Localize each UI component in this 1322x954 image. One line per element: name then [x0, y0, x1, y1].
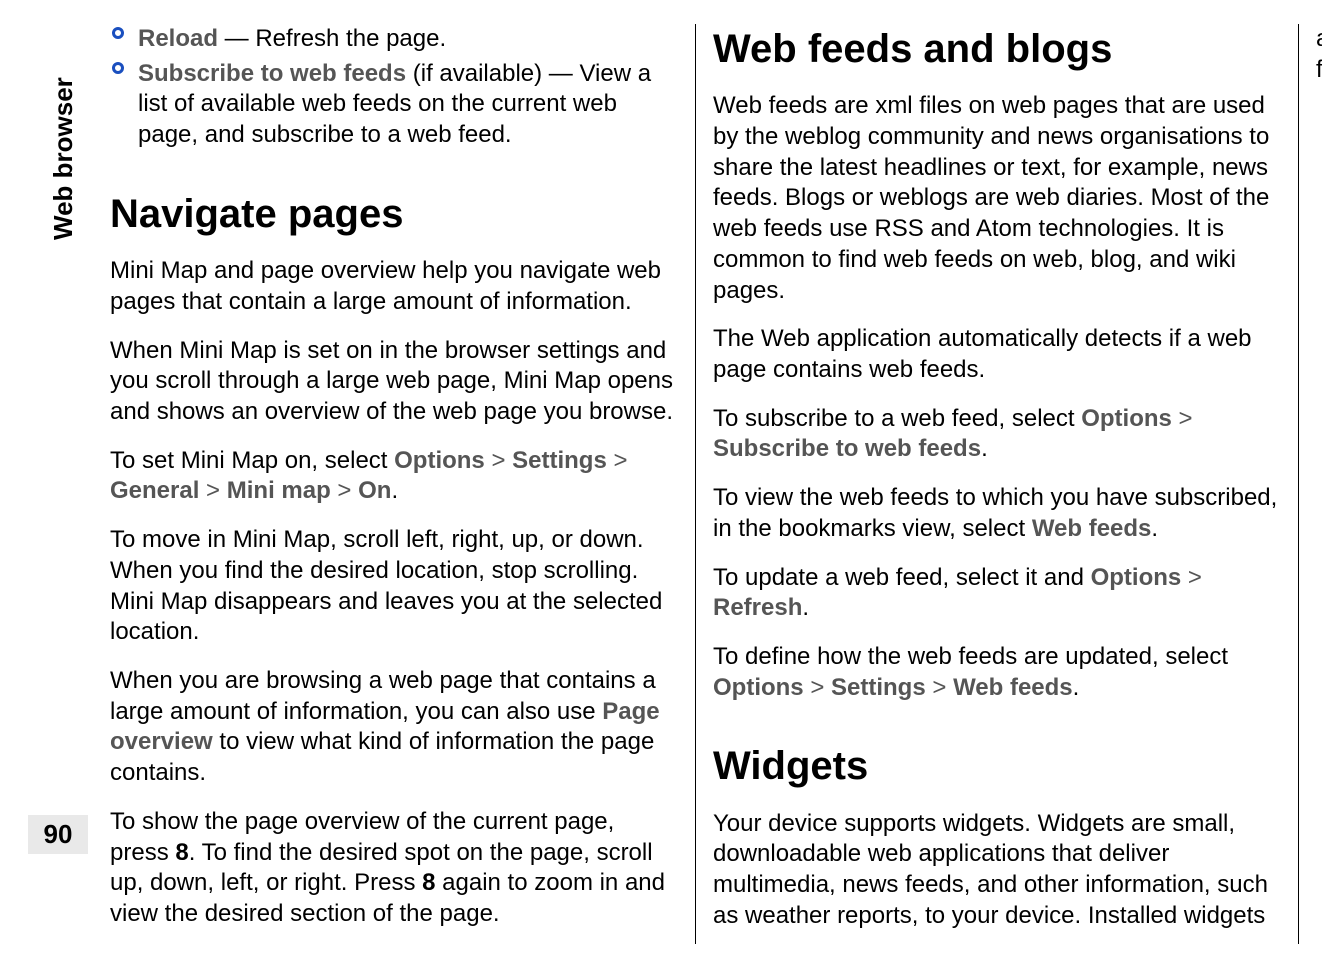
- page-number: 90: [28, 815, 88, 854]
- body-text: To set Mini Map on, select Options > Set…: [110, 446, 677, 507]
- body-text: The Web application automatically detect…: [713, 324, 1280, 385]
- bullet-icon: [112, 62, 124, 74]
- list-term: Reload: [138, 25, 218, 52]
- bullet-list: Reload — Refresh the page. Subscribe to …: [110, 24, 677, 151]
- list-item: Reload — Refresh the page.: [110, 24, 677, 55]
- body-text: To define how the web feeds are updated,…: [713, 642, 1280, 703]
- body-text: Mini Map and page overview help you navi…: [110, 256, 677, 317]
- body-text: To view the web feeds to which you have …: [713, 483, 1280, 544]
- sidebar: Web browser: [40, 30, 76, 920]
- section-label: Web browser: [48, 77, 79, 240]
- body-text: When Mini Map is set on in the browser s…: [110, 336, 677, 428]
- heading-web-feeds: Web feeds and blogs: [713, 24, 1280, 75]
- list-desc: — Refresh the page.: [218, 25, 446, 52]
- body-text: Web feeds are xml files on web pages tha…: [713, 91, 1280, 306]
- heading-widgets: Widgets: [713, 741, 1280, 792]
- body-text: To subscribe to a web feed, select Optio…: [713, 404, 1280, 465]
- body-text: When you are browsing a web page that co…: [110, 666, 677, 789]
- list-term: Subscribe to web feeds: [138, 60, 406, 87]
- body-text: To update a web feed, select it and Opti…: [713, 563, 1280, 624]
- bullet-icon: [112, 27, 124, 39]
- body-text: To move in Mini Map, scroll left, right,…: [110, 525, 677, 648]
- heading-navigate-pages: Navigate pages: [110, 189, 677, 240]
- page-content: Reload — Refresh the page. Subscribe to …: [110, 24, 1280, 944]
- list-item: Subscribe to web feeds (if available) — …: [110, 59, 677, 151]
- body-text: To show the page overview of the current…: [110, 807, 677, 930]
